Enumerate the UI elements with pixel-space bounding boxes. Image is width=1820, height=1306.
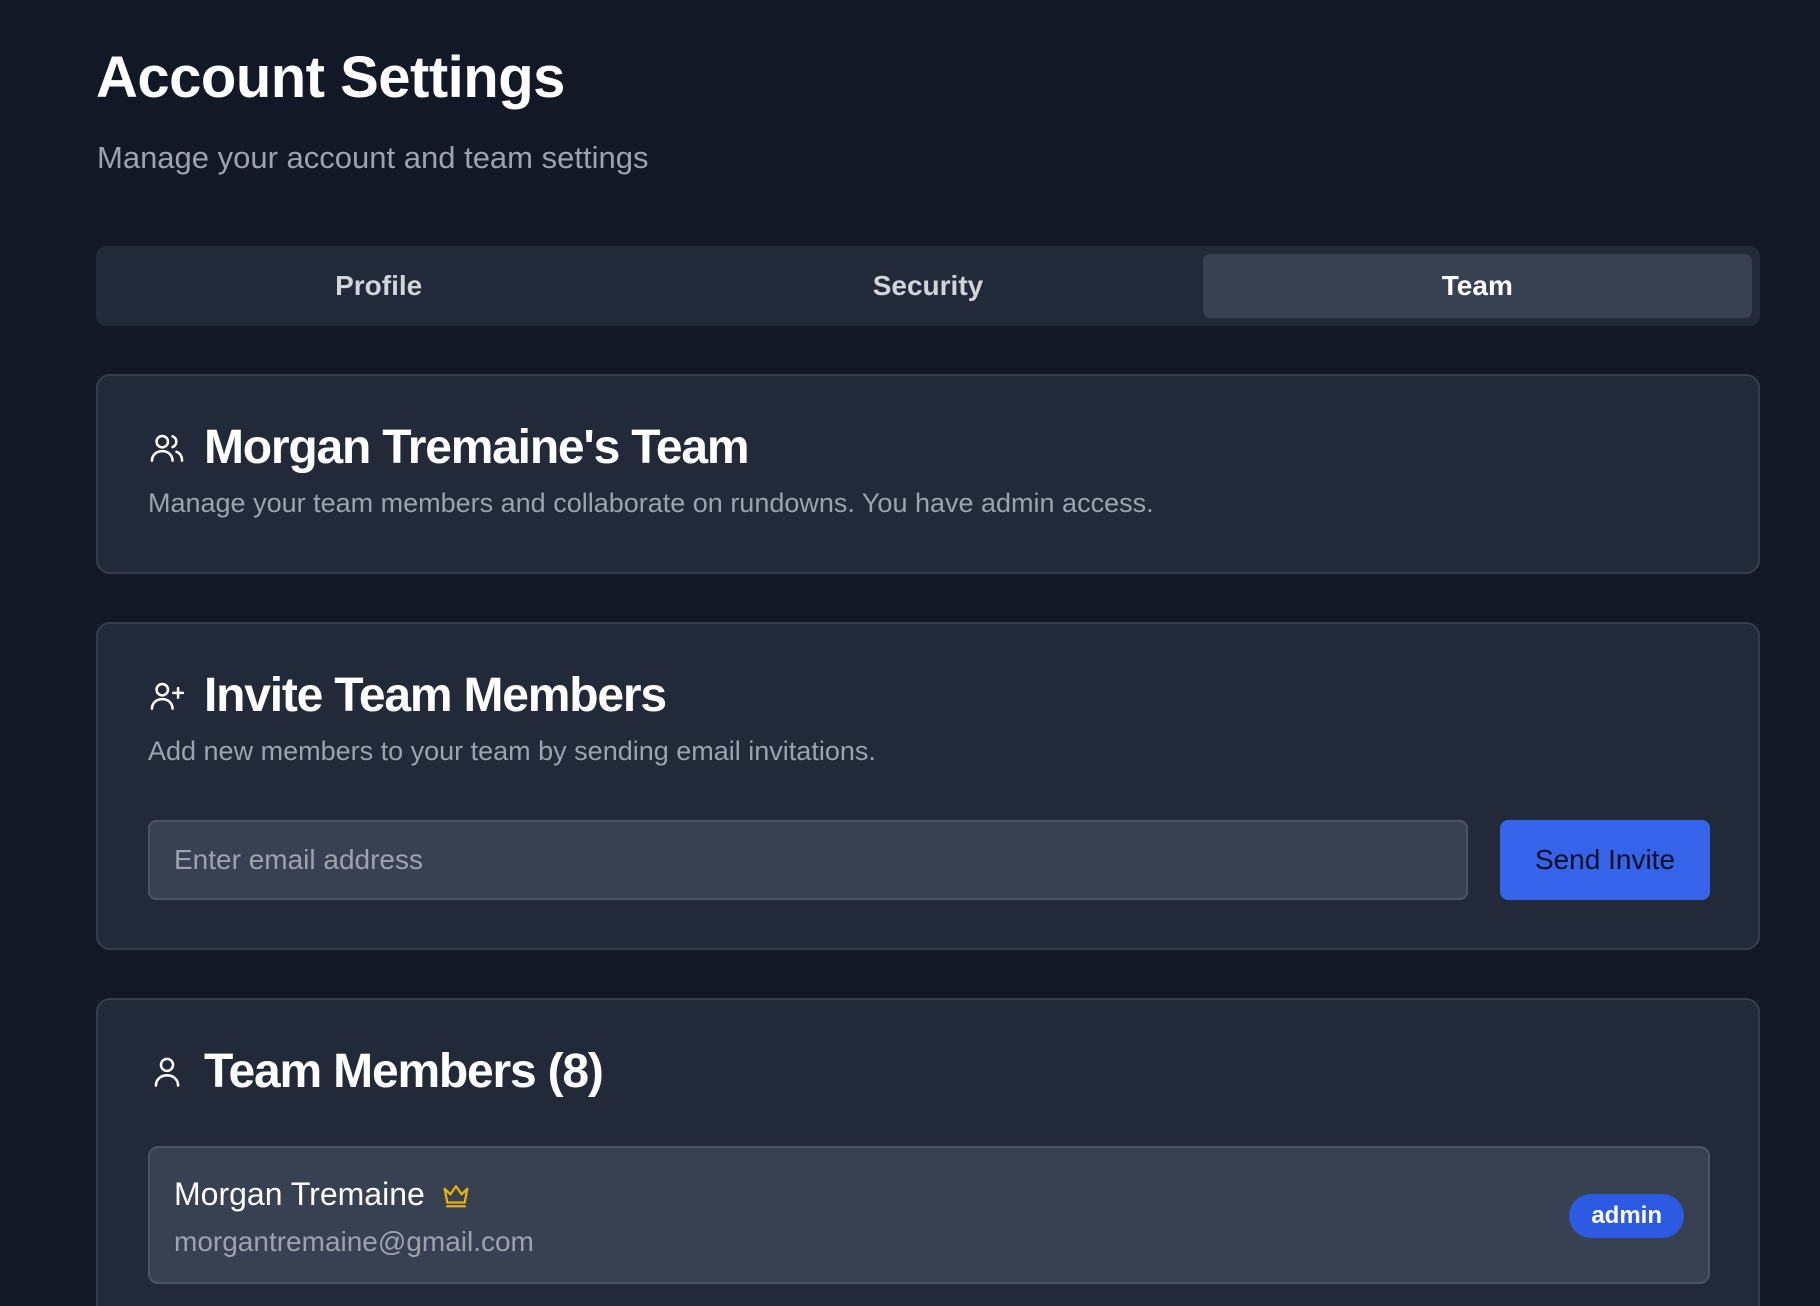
team-members-card: Team Members (8) Morgan Tremaine morgant… bbox=[96, 998, 1760, 1306]
tab-profile[interactable]: Profile bbox=[104, 254, 653, 318]
team-members-heading: Team Members (8) bbox=[204, 1045, 604, 1098]
send-invite-button[interactable]: Send Invite bbox=[1500, 820, 1710, 900]
email-input[interactable] bbox=[148, 820, 1468, 900]
team-name-heading: Morgan Tremaine's Team bbox=[204, 421, 750, 474]
member-email: morgantremaine@gmail.com bbox=[174, 1226, 534, 1257]
member-name: Morgan Tremaine bbox=[174, 1176, 425, 1212]
page-title: Account Settings bbox=[96, 45, 565, 110]
user-plus-icon bbox=[148, 677, 186, 715]
team-info-card: Morgan Tremaine's Team Manage your team … bbox=[96, 374, 1760, 574]
page-subtitle: Manage your account and team settings bbox=[97, 140, 649, 175]
role-badge: admin bbox=[1569, 1194, 1684, 1238]
invite-description: Add new members to your team by sending … bbox=[148, 736, 876, 766]
member-row[interactable]: Morgan Tremaine morgantremaine@gmail.com… bbox=[148, 1146, 1710, 1284]
tab-team[interactable]: Team bbox=[1202, 254, 1752, 318]
user-icon bbox=[148, 1053, 186, 1091]
member-name-line: Morgan Tremaine bbox=[174, 1176, 471, 1213]
account-settings-page: Account Settings Manage your account and… bbox=[0, 0, 1820, 1306]
settings-tabs: Profile Security Team bbox=[96, 246, 1760, 326]
tab-security[interactable]: Security bbox=[653, 254, 1202, 318]
team-info-header: Morgan Tremaine's Team bbox=[148, 420, 750, 475]
invite-heading: Invite Team Members bbox=[204, 669, 667, 722]
crown-icon bbox=[441, 1180, 471, 1210]
team-info-description: Manage your team members and collaborate… bbox=[148, 488, 1154, 518]
invite-header: Invite Team Members bbox=[148, 668, 667, 723]
users-icon bbox=[148, 429, 186, 467]
team-members-header: Team Members (8) bbox=[148, 1044, 604, 1099]
invite-card: Invite Team Members Add new members to y… bbox=[96, 622, 1760, 950]
